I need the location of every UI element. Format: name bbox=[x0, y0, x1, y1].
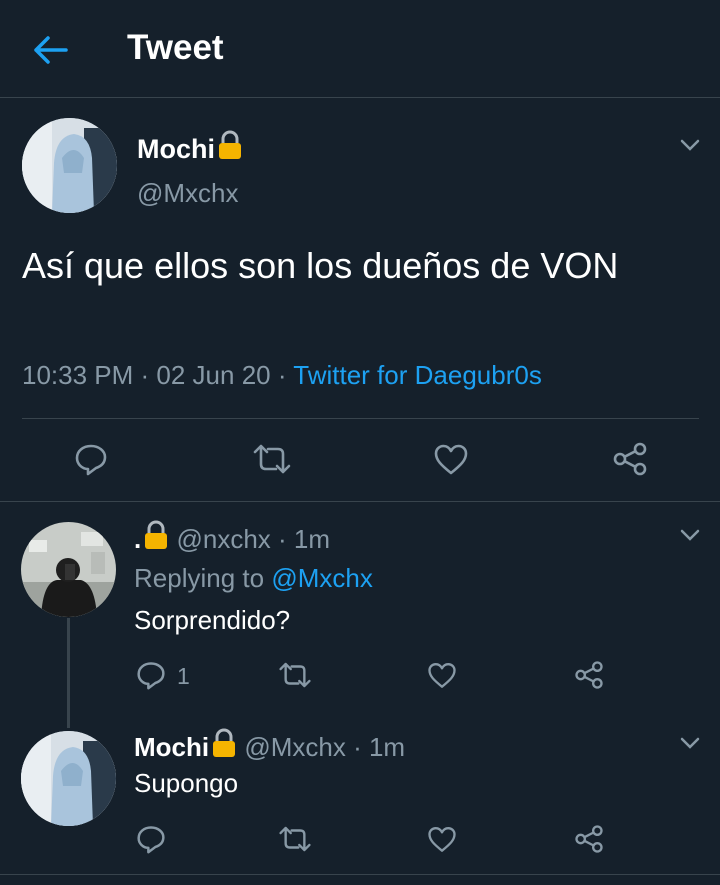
avatar[interactable] bbox=[21, 522, 116, 617]
reply-time: 1m bbox=[293, 524, 331, 554]
retweet-icon[interactable] bbox=[278, 662, 312, 688]
top-bar: Tweet bbox=[0, 0, 720, 98]
chevron-down-icon[interactable] bbox=[679, 528, 701, 542]
share-icon[interactable] bbox=[574, 824, 604, 854]
lock-icon bbox=[213, 728, 236, 757]
divider bbox=[22, 418, 699, 419]
chevron-down-icon[interactable] bbox=[679, 736, 701, 750]
reply-icon[interactable] bbox=[136, 824, 166, 854]
author-name[interactable]: Mochi bbox=[134, 732, 209, 762]
back-arrow-icon[interactable] bbox=[30, 32, 70, 68]
tweet-text: Así que ellos son los dueños de VON bbox=[22, 245, 619, 286]
reply-icon[interactable] bbox=[74, 442, 108, 476]
share-icon[interactable] bbox=[574, 660, 604, 690]
reply-header: . @nxchx · 1m bbox=[134, 520, 330, 555]
author-name[interactable]: Mochi bbox=[137, 130, 243, 165]
tweet-source-link[interactable]: Twitter for Daegubr0s bbox=[293, 360, 542, 390]
divider bbox=[0, 501, 720, 502]
reply-time: 1m bbox=[368, 732, 406, 762]
chevron-down-icon[interactable] bbox=[679, 138, 701, 152]
reply-icon[interactable] bbox=[136, 660, 166, 690]
retweet-icon[interactable] bbox=[278, 826, 312, 852]
lock-icon bbox=[219, 130, 241, 159]
like-icon[interactable] bbox=[427, 825, 457, 853]
reply-count: 1 bbox=[177, 663, 190, 689]
lock-icon bbox=[145, 520, 168, 549]
reply-text: Sorprendido? bbox=[134, 605, 291, 635]
reply-text: Supongo bbox=[134, 768, 239, 798]
tweet-date: 02 Jun 20 bbox=[156, 360, 271, 390]
avatar[interactable] bbox=[22, 118, 117, 213]
share-icon[interactable] bbox=[612, 442, 648, 476]
author-handle[interactable]: @nxchx bbox=[176, 524, 270, 554]
like-icon[interactable] bbox=[433, 443, 469, 475]
author-handle[interactable]: @Mxchx bbox=[244, 732, 346, 762]
tweet-time: 10:33 PM bbox=[22, 360, 134, 390]
tweet-meta: 10:33 PM · 02 Jun 20 · Twitter for Daegu… bbox=[22, 360, 542, 390]
author-name[interactable]: . bbox=[134, 524, 141, 554]
like-icon[interactable] bbox=[427, 661, 457, 689]
reply-header: Mochi @Mxchx · 1m bbox=[134, 728, 405, 763]
avatar[interactable] bbox=[21, 731, 116, 826]
divider bbox=[0, 874, 720, 875]
thread-line bbox=[67, 618, 70, 728]
author-handle[interactable]: @Mxchx bbox=[137, 178, 239, 209]
page-title: Tweet bbox=[127, 28, 224, 67]
mention-link[interactable]: @Mxchx bbox=[271, 563, 373, 593]
retweet-icon[interactable] bbox=[252, 444, 292, 474]
replying-to: Replying to @Mxchx bbox=[134, 563, 373, 593]
